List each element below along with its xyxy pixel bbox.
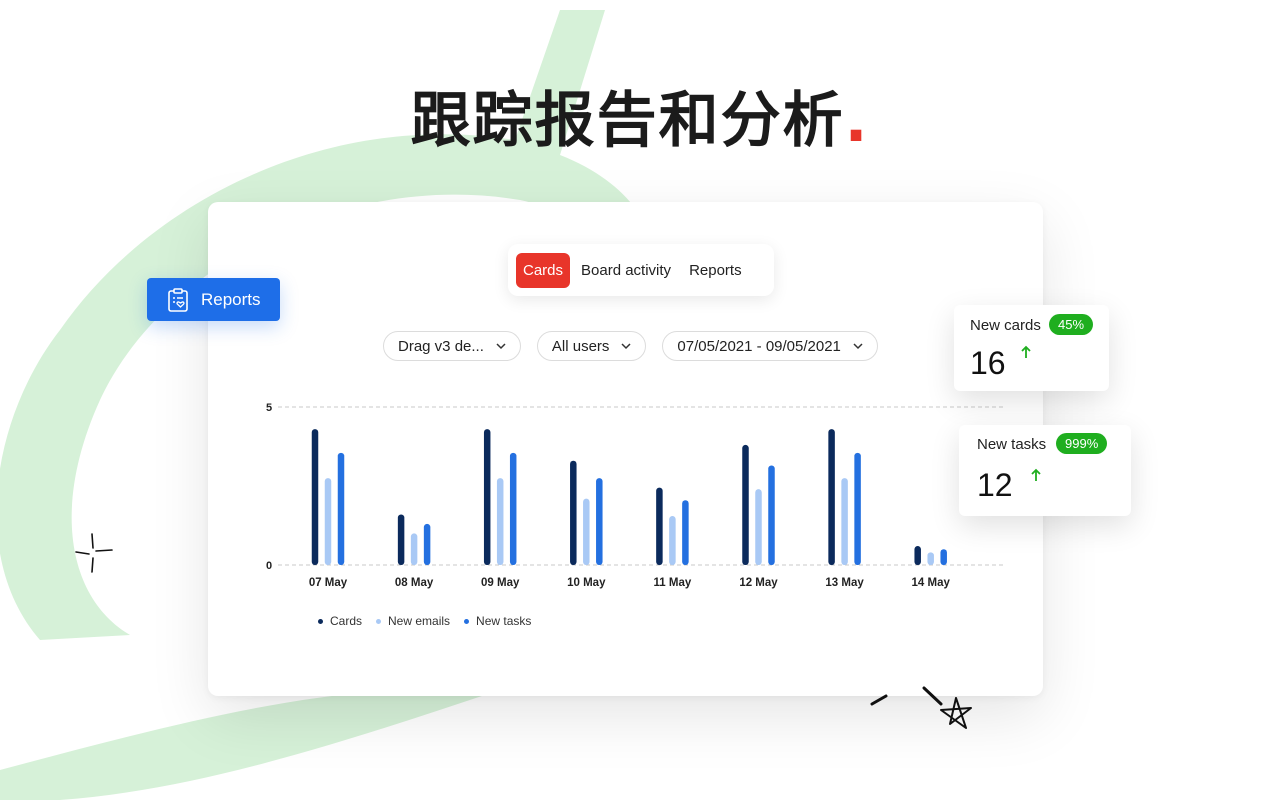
x-tick-label: 14 May bbox=[912, 577, 951, 589]
chart-bar bbox=[397, 514, 405, 565]
chart-bar bbox=[583, 498, 590, 565]
users-select-value: All users bbox=[551, 337, 610, 355]
chart-legend: Cards New emails New tasks bbox=[318, 614, 531, 628]
x-tick-label: 12 May bbox=[739, 577, 778, 589]
reports-button-label: Reports bbox=[201, 289, 261, 309]
board-select-value: Drag v3 de... bbox=[398, 337, 484, 355]
stat-card-new-tasks: New tasks 999% 12 bbox=[959, 425, 1131, 516]
legend-dot-icon bbox=[318, 618, 323, 624]
chart-bar bbox=[596, 478, 603, 565]
chart-bar bbox=[410, 533, 418, 565]
bar-chart: 0 5 07 May 08 May 09 May 10 May 11 May 12 May 13… bbox=[266, 402, 1003, 589]
reports-button[interactable]: Reports bbox=[147, 278, 280, 321]
page-headline: 跟踪报告和分析. bbox=[0, 72, 1280, 159]
stat-value: 16 bbox=[970, 345, 1006, 381]
stat-label: New cards bbox=[970, 317, 1041, 334]
chart-bar bbox=[570, 460, 577, 565]
date-range-select[interactable]: 07/05/2021 - 09/05/2021 bbox=[662, 331, 878, 361]
arrow-up-icon bbox=[1021, 345, 1031, 358]
chart-bar bbox=[828, 429, 835, 565]
users-select[interactable]: All users bbox=[536, 331, 647, 361]
chart-bar bbox=[742, 444, 749, 565]
chart-bar bbox=[337, 452, 345, 565]
chart-bar bbox=[483, 429, 491, 565]
date-range-value: 07/05/2021 - 09/05/2021 bbox=[677, 337, 841, 355]
chart-bar bbox=[927, 552, 934, 565]
star-doodle-icon bbox=[870, 686, 972, 729]
y-tick-label: 5 bbox=[266, 402, 272, 414]
stat-card-new-cards: New cards 45% 16 bbox=[954, 305, 1109, 391]
report-panel: Cards Board activity Reports Drag v3 de.… bbox=[208, 202, 1043, 696]
chart-bar bbox=[940, 549, 947, 565]
x-tick-label: 09 May bbox=[481, 577, 520, 589]
status-badge: 999% bbox=[1056, 433, 1108, 454]
filter-bar: Drag v3 de... All users 07/05/2021 - 09/… bbox=[383, 331, 878, 361]
chart-bar bbox=[841, 478, 848, 565]
tab-board-activity[interactable]: Board activity bbox=[574, 253, 678, 288]
x-tick-label: 10 May bbox=[567, 577, 606, 589]
clipboard-heart-icon bbox=[168, 287, 188, 312]
stat-label: New tasks bbox=[977, 436, 1047, 453]
legend-label: New emails bbox=[388, 614, 451, 628]
legend-item-new-tasks: New tasks bbox=[464, 614, 531, 628]
chart-bar bbox=[324, 478, 332, 565]
chart-bar bbox=[311, 429, 319, 565]
chart-bar bbox=[914, 546, 921, 565]
headline-text: 跟踪报告和分析 bbox=[410, 86, 845, 156]
legend-item-cards: Cards bbox=[318, 614, 362, 628]
x-tick-label: 07 May bbox=[309, 577, 348, 589]
x-tick-label: 13 May bbox=[825, 577, 864, 589]
legend-dot-icon bbox=[464, 618, 470, 624]
stat-value: 12 bbox=[977, 467, 1013, 503]
status-badge: 45% bbox=[1049, 314, 1094, 335]
chart-bar bbox=[656, 487, 663, 565]
legend-label: Cards bbox=[330, 614, 363, 628]
tab-reports[interactable]: Reports bbox=[682, 253, 749, 288]
legend-dot-icon bbox=[376, 618, 382, 624]
chevron-down-icon bbox=[621, 343, 631, 350]
headline-dot: . bbox=[844, 86, 870, 156]
legend-label: New tasks bbox=[476, 614, 532, 628]
chart-bar bbox=[669, 516, 676, 565]
x-tick-label: 11 May bbox=[654, 577, 692, 589]
chart-bar bbox=[768, 465, 775, 565]
x-tick-label: 08 May bbox=[395, 577, 434, 589]
chart-bar bbox=[509, 452, 517, 565]
legend-item-new-emails: New emails bbox=[376, 614, 450, 628]
chart-bar bbox=[755, 489, 762, 565]
chart-bar bbox=[423, 523, 431, 565]
report-tabs: Cards Board activity Reports bbox=[508, 244, 774, 296]
sparkle-doodle-icon bbox=[75, 533, 113, 573]
chart-bar bbox=[682, 500, 689, 565]
chart-bar bbox=[854, 452, 861, 565]
tab-cards[interactable]: Cards bbox=[516, 252, 571, 288]
chevron-down-icon bbox=[853, 343, 863, 350]
chart-bar bbox=[496, 478, 504, 565]
chevron-down-icon bbox=[496, 343, 506, 350]
arrow-up-icon bbox=[1031, 468, 1041, 481]
board-select[interactable]: Drag v3 de... bbox=[383, 331, 521, 361]
y-tick-label: 0 bbox=[266, 560, 272, 572]
